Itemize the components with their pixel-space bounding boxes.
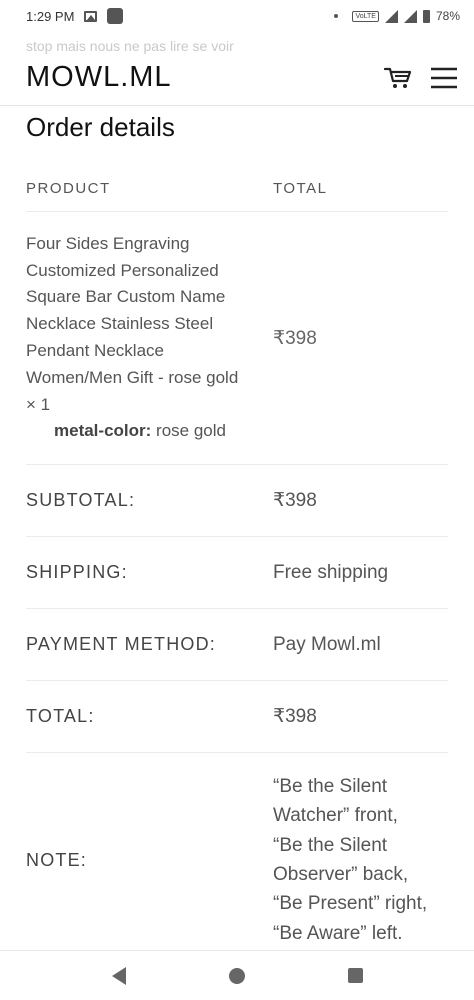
payment-method-value: Pay Mowl.ml: [273, 633, 381, 655]
cart-icon: [384, 67, 412, 88]
site-header: MOWL.ML: [0, 50, 474, 106]
site-logo[interactable]: MOWL.ML: [26, 61, 172, 94]
column-header-total: TOTAL: [273, 180, 328, 197]
note-value: “Be the Silent Watcher” front, “Be the S…: [273, 775, 428, 944]
menu-button[interactable]: [430, 66, 458, 90]
system-navigation-bar: [0, 950, 474, 1000]
image-icon: [84, 10, 98, 22]
column-header-product: PRODUCT: [26, 180, 111, 197]
recents-icon: [347, 968, 363, 983]
signal-icon: [384, 9, 398, 23]
product-total: ₹398: [273, 327, 317, 349]
table-row: SUBTOTAL: ₹398: [26, 465, 448, 537]
cart-button[interactable]: [384, 66, 412, 90]
table-header-row: PRODUCT TOTAL: [26, 166, 448, 212]
table-row: Four Sides Engraving Customized Personal…: [26, 212, 448, 465]
payment-method-label: PAYMENT METHOD:: [26, 634, 217, 654]
recents-button[interactable]: [335, 956, 375, 996]
total-label: TOTAL:: [26, 706, 95, 726]
subtotal-value: ₹398: [273, 490, 317, 511]
back-button[interactable]: [99, 956, 139, 996]
home-icon: [229, 967, 245, 984]
home-button[interactable]: [217, 956, 257, 996]
back-icon: [112, 966, 126, 985]
app-icon: [107, 8, 124, 24]
subtotal-label: SUBTOTAL:: [26, 490, 136, 510]
product-quantity: × 1: [26, 394, 51, 414]
shipping-value: Free shipping: [273, 561, 389, 583]
table-row: TOTAL: ₹398: [26, 681, 448, 753]
table-row: NOTE: “Be the Silent Watcher” front, “Be…: [26, 753, 448, 967]
menu-icon: [431, 67, 457, 88]
volte-icon: VoLTE: [352, 10, 379, 22]
total-value: ₹398: [273, 706, 317, 727]
battery-icon: [422, 9, 430, 23]
status-time: 1:29 PM: [26, 8, 75, 24]
page-title: Order details: [26, 112, 175, 142]
table-row: SHIPPING: Free shipping: [26, 537, 448, 609]
table-row: PAYMENT METHOD: Pay Mowl.ml: [26, 609, 448, 681]
order-details-table: PRODUCT TOTAL Four Sides Engraving Custo…: [26, 166, 448, 967]
shipping-label: SHIPPING:: [26, 562, 128, 582]
signal-icon: [403, 9, 417, 23]
meta-key: metal-color:: [54, 421, 152, 441]
product-meta: metal-color: rose gold: [54, 418, 263, 445]
note-label: NOTE:: [26, 849, 88, 870]
product-name[interactable]: Four Sides Engraving Customized Personal…: [26, 231, 263, 419]
product-cell: Four Sides Engraving Customized Personal…: [26, 231, 273, 445]
status-bar: 1:29 PM VoLTE 78%: [0, 0, 474, 32]
meta-value: rose gold: [156, 421, 226, 441]
notification-dot-icon: [334, 14, 339, 18]
battery-percent: 78%: [435, 9, 460, 23]
